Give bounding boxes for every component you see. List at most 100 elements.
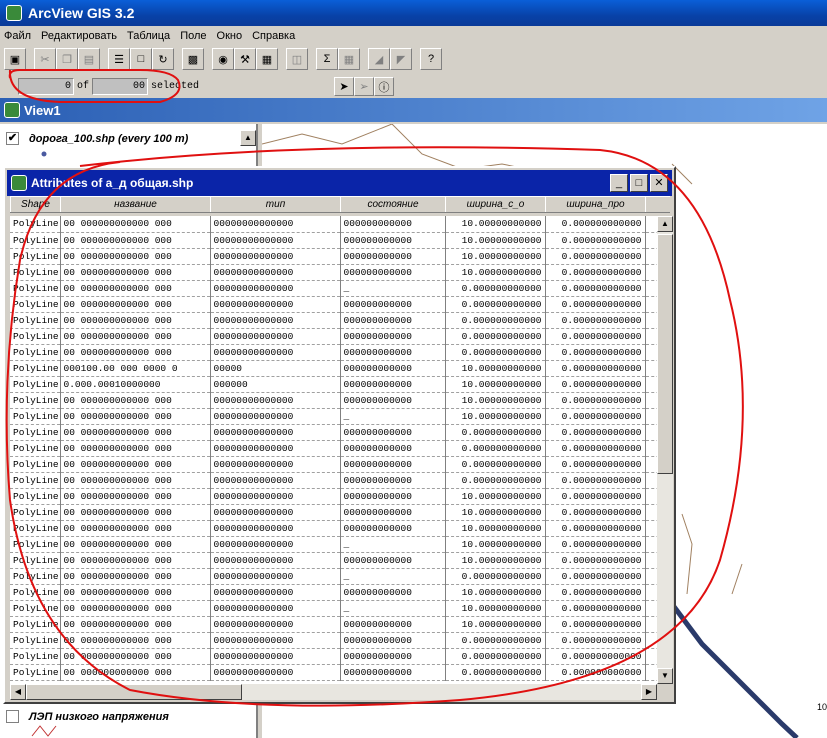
query-icon[interactable]: ⚒ [234,48,256,70]
table-cell[interactable]: 000000000000 [340,472,446,489]
column-header-type[interactable]: тип [210,196,341,214]
table-row[interactable]: PolyLine 00 000000000000 000 0000000000000… [10,328,657,345]
table-row[interactable]: PolyLine 00 000000000000 000 0000000000000… [10,296,657,313]
table-cell[interactable] [645,456,657,473]
table-cell[interactable] [645,664,657,681]
table-cell[interactable]: PolyLine [10,264,61,281]
table-row[interactable]: PolyLine 00 000000000000 000 0000000000000… [10,232,657,249]
table-cell[interactable]: 0.000000000000 [445,664,546,681]
table-cell[interactable]: PolyLine [10,584,61,601]
join-icon[interactable]: ◫ [286,48,308,70]
table-cell[interactable]: 00000000000000 [210,632,341,649]
table-cell[interactable]: 0.000000000000 [545,648,646,665]
table-cell[interactable]: 0.000000000000 [545,488,646,505]
menu-field[interactable]: Поле [180,30,206,42]
table-cell[interactable]: 0.000000000000 [545,632,646,649]
table-cell[interactable]: 00000000000000 [210,504,341,521]
table-cell[interactable]: 00000000000000 [210,488,341,505]
vertical-scrollbar[interactable]: ▲ ▼ [657,216,673,684]
minimize-icon[interactable]: _ [610,174,628,192]
find-icon[interactable]: ◉ [212,48,234,70]
table-cell[interactable]: 000000000000 [340,456,446,473]
table-cell[interactable]: 0.000000000000 [545,536,646,553]
table-cell[interactable]: 0.000000000000 [545,504,646,521]
table-row[interactable]: PolyLine 00 000000000000 000 0000000000000… [10,632,657,649]
table-cell[interactable]: 000000000000 [340,440,446,457]
table-cell[interactable]: 00 000000000000 000 [60,408,211,425]
table-cell[interactable]: 00000000000000 [210,552,341,569]
column-header-state[interactable]: состояние [340,196,446,214]
scroll-left-icon[interactable]: ◀ [10,684,26,700]
table-cell[interactable]: 00000000000000 [210,392,341,409]
table-cell[interactable]: 00000000000000 [210,328,341,345]
table-cell[interactable]: 00000000000000 [210,568,341,585]
layer-power-line[interactable]: ЛЭП низкого напряжения [6,710,169,723]
table-cell[interactable] [645,552,657,569]
table-cell[interactable]: 00 000000000000 000 [60,600,211,617]
table-row[interactable]: PolyLine 00 000000000000 000 0000000000000… [10,280,657,297]
table-cell[interactable] [645,216,657,233]
table-cell[interactable]: 000000000000 [340,584,446,601]
table-cell[interactable]: 0.000000000000 [445,424,546,441]
table-cell[interactable]: 00000000000000 [210,408,341,425]
table-cell[interactable]: 10.00000000000 [445,360,546,377]
table-cell[interactable]: PolyLine [10,472,61,489]
table-cell[interactable]: 0.000000000000 [545,568,646,585]
table-cell[interactable]: 10.00000000000 [445,536,546,553]
table-cell[interactable] [645,520,657,537]
table-cell[interactable]: PolyLine [10,312,61,329]
table-cell[interactable]: 000000000000 [340,488,446,505]
copy-icon[interactable]: ❐ [56,48,78,70]
table-cell[interactable]: 0.000000000000 [445,456,546,473]
table-row[interactable]: PolyLine 00 000000000000 000 0000000000000… [10,600,657,617]
table-cell[interactable]: 00 000000000000 000 [60,424,211,441]
table-cell[interactable] [645,408,657,425]
table-row[interactable]: PolyLine 00 000000000000 000 0000000000000… [10,520,657,537]
table-cell[interactable]: 0.000000000000 [545,520,646,537]
table-cell[interactable]: 00 000000000000 000 [60,344,211,361]
table-cell[interactable]: PolyLine [10,424,61,441]
table-cell[interactable]: PolyLine [10,552,61,569]
table-cell[interactable]: _ [340,568,446,585]
table-cell[interactable]: 10.00000000000 [445,392,546,409]
table-cell[interactable] [645,568,657,585]
table-cell[interactable]: 00 000000000000 000 [60,664,211,681]
table-cell[interactable]: 0.000000000000 [545,328,646,345]
table-cell[interactable]: 00 000000000000 000 [60,312,211,329]
table-cell[interactable]: 0.000000000000 [545,456,646,473]
table-cell[interactable]: 00000000000000 [210,440,341,457]
sort-ascending-icon[interactable]: ◢ [368,48,390,70]
table-row[interactable]: PolyLine 00 000000000000 000 0000000000000… [10,392,657,409]
sort-descending-icon[interactable]: ◤ [390,48,412,70]
table-cell[interactable]: 0.000000000000 [545,600,646,617]
table-cell[interactable]: 00000000000000 [210,280,341,297]
table-cell[interactable] [645,312,657,329]
table-cell[interactable]: 00 000000000000 000 [60,552,211,569]
table-cell[interactable]: 000000 [210,376,341,393]
table-cell[interactable]: 10.00000000000 [445,232,546,249]
chart-icon[interactable]: ▩ [182,48,204,70]
table-cell[interactable]: 0.000000000000 [445,472,546,489]
table-cell[interactable]: 000000000000 [340,328,446,345]
table-cell[interactable]: 00 000000000000 000 [60,568,211,585]
table-cell[interactable] [645,600,657,617]
table-cell[interactable]: PolyLine [10,664,61,681]
table-row[interactable]: PolyLine 00 000000000000 000 0000000000000… [10,344,657,361]
table-cell[interactable]: 0.000000000000 [445,648,546,665]
table-cell[interactable]: 10.00000000000 [445,600,546,617]
table-cell[interactable]: 000000000000 [340,648,446,665]
scroll-right-icon[interactable]: ▶ [641,684,657,700]
table-cell[interactable]: 10.00000000000 [445,376,546,393]
table-cell[interactable]: PolyLine [10,600,61,617]
table-cell[interactable]: 00000000000000 [210,232,341,249]
table-cell[interactable] [645,504,657,521]
menu-table[interactable]: Таблица [127,30,170,42]
table-cell[interactable] [645,328,657,345]
table-row[interactable]: PolyLine 00 000000000000 000 0000000000000… [10,536,657,553]
table-cell[interactable]: 00 000000000000 000 [60,648,211,665]
table-cell[interactable]: 0.000000000000 [445,632,546,649]
table-cell[interactable]: 000000000000 [340,376,446,393]
table-cell[interactable]: _ [340,408,446,425]
table-cell[interactable]: 00 000000000000 000 [60,632,211,649]
table-row[interactable]: PolyLine 00 000000000000 000 0000000000000… [10,616,657,633]
